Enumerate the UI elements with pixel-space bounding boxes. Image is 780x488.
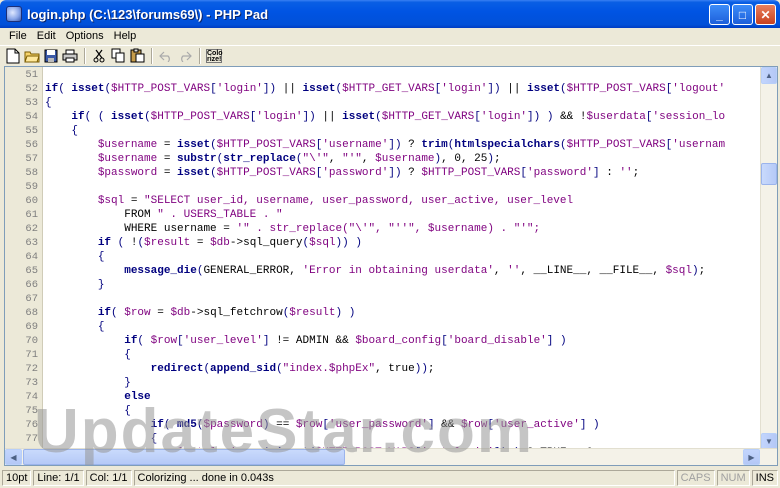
line-number: 57 — [25, 153, 38, 165]
code-line: { — [97, 251, 105, 263]
menu-bar: File Edit Options Help — [0, 28, 780, 44]
window-title: login.php (C:\123\forums69\) - PHP Pad — [27, 6, 269, 22]
colorize-button[interactable]: Colo rize! — [205, 47, 223, 65]
code-line: { — [97, 321, 105, 333]
scroll-left-arrow-icon[interactable]: ◀ — [5, 449, 22, 465]
line-number: 73 — [25, 377, 38, 389]
line-number: 64 — [25, 251, 38, 263]
status-line: Line: 1/1 — [33, 470, 84, 486]
line-number: 61 — [25, 209, 38, 221]
code-line: $sql = "SELECT user_id, username, user_p… — [97, 195, 574, 207]
vertical-scroll-thumb[interactable] — [761, 163, 777, 185]
line-number: 60 — [25, 195, 38, 207]
paste-icon[interactable] — [128, 47, 146, 65]
cut-icon[interactable] — [90, 47, 108, 65]
line-number: 54 — [25, 111, 38, 123]
status-caps: CAPS — [676, 470, 715, 486]
line-number: 68 — [25, 307, 38, 319]
line-number: 55 — [25, 125, 38, 137]
code-line: FROM " . USERS_TABLE . " — [124, 209, 283, 221]
close-button[interactable]: ✕ — [755, 4, 776, 25]
menu-edit[interactable]: Edit — [32, 30, 61, 42]
php-pad-app-icon[interactable] — [6, 6, 22, 22]
scroll-up-arrow-icon[interactable]: ▲ — [761, 67, 777, 84]
code-area[interactable]: if( isset($HTTP_POST_VARS['login']) || i… — [45, 67, 761, 450]
line-number: 71 — [25, 349, 38, 361]
open-folder-icon[interactable] — [23, 47, 41, 65]
code-line: if( $row = $db->sql_fetchrow($result) ) — [97, 307, 356, 319]
status-num: NUM — [716, 470, 750, 486]
code-line: if ( !($result = $db->sql_query($sql)) ) — [97, 237, 362, 249]
code-line: redirect(append_sid("index.$phpEx", true… — [150, 363, 435, 375]
redo-icon[interactable] — [176, 47, 194, 65]
toolbar-separator — [84, 47, 86, 64]
vertical-scrollbar[interactable]: ▲ ▼ — [760, 67, 777, 450]
status-ins: INS — [751, 470, 778, 486]
line-number: 69 — [25, 321, 38, 333]
line-number: 58 — [25, 167, 38, 179]
maximize-button[interactable]: □ — [732, 4, 753, 25]
status-font-size: 10pt — [2, 470, 32, 486]
line-number: 62 — [25, 223, 38, 235]
toolbar: Colo rize! — [0, 45, 780, 65]
line-number: 52 — [25, 83, 38, 95]
line-number: 59 — [25, 181, 38, 193]
new-file-icon[interactable] — [4, 47, 22, 65]
code-line: $password = isset($HTTP_POST_VARS['passw… — [97, 167, 640, 179]
code-line: if( $row['user_level'] != ADMIN && $boar… — [124, 335, 567, 347]
undo-icon[interactable] — [157, 47, 175, 65]
line-number: 65 — [25, 265, 38, 277]
line-number: 74 — [25, 391, 38, 403]
code-line: if( md5($password) == $row['user_passwor… — [150, 419, 600, 431]
code-line: if( isset($HTTP_POST_VARS['login']) || i… — [45, 83, 726, 95]
caption-buttons: _ □ ✕ — [709, 4, 776, 25]
toolbar-separator — [151, 47, 153, 64]
scroll-right-arrow-icon[interactable]: ▶ — [743, 449, 760, 465]
code-line: { — [71, 125, 79, 137]
menu-help[interactable]: Help — [109, 30, 142, 42]
code-line: { — [45, 97, 52, 109]
line-number-gutter: 51 52 53 54 55 56 57 58 59 60 61 62 63 64 65 66 67 68 69 70… — [5, 67, 43, 450]
line-number: 67 — [25, 293, 38, 305]
line-number: 53 — [25, 97, 38, 109]
code-line: } — [124, 377, 131, 389]
status-col: Col: 1/1 — [85, 470, 132, 486]
horizontal-scrollbar[interactable]: ◀ ▶ — [5, 448, 777, 465]
code-line: $username = isset($HTTP_POST_VARS['usern… — [97, 139, 726, 151]
menu-file[interactable]: File — [4, 30, 32, 42]
code-line: WHERE username = '" . str_replace("\'", … — [124, 223, 541, 235]
line-number: 77 — [25, 433, 38, 445]
code-editor[interactable]: 51 52 53 54 55 56 57 58 59 60 61 62 63 64 65 66 67 68 69 70… — [4, 66, 778, 466]
code-line: if( ( isset($HTTP_POST_VARS['login']) ||… — [71, 111, 726, 123]
line-number: 66 — [25, 279, 38, 291]
line-number: 63 — [25, 237, 38, 249]
code-line: $username = substr(str_replace("\'", "'"… — [97, 153, 501, 165]
code-line: { — [150, 433, 158, 445]
horizontal-scroll-thumb[interactable] — [23, 449, 345, 465]
line-number: 56 — [25, 139, 38, 151]
code-line: message_die(GENERAL_ERROR, 'Error in obt… — [124, 265, 706, 277]
line-number: 75 — [25, 405, 38, 417]
code-line: { — [124, 349, 131, 361]
status-bar: 10pt Line: 1/1 Col: 1/1 Colorizing ... d… — [0, 468, 780, 488]
minimize-button[interactable]: _ — [709, 4, 730, 25]
line-number: 76 — [25, 419, 38, 431]
print-icon[interactable] — [61, 47, 79, 65]
line-number: 72 — [25, 363, 38, 375]
save-icon[interactable] — [42, 47, 60, 65]
line-number: 51 — [25, 69, 38, 81]
toolbar-separator — [199, 47, 201, 64]
code-line: { — [124, 405, 131, 417]
menu-options[interactable]: Options — [61, 30, 109, 42]
title-bar[interactable]: login.php (C:\123\forums69\) - PHP Pad _… — [0, 0, 780, 28]
copy-icon[interactable] — [109, 47, 127, 65]
colorize-icon: Colo rize! — [206, 48, 223, 63]
line-number: 70 — [25, 335, 38, 347]
code-line: } — [97, 279, 105, 291]
status-message: Colorizing ... done in 0.043s — [133, 470, 675, 486]
code-line: else — [124, 391, 151, 403]
